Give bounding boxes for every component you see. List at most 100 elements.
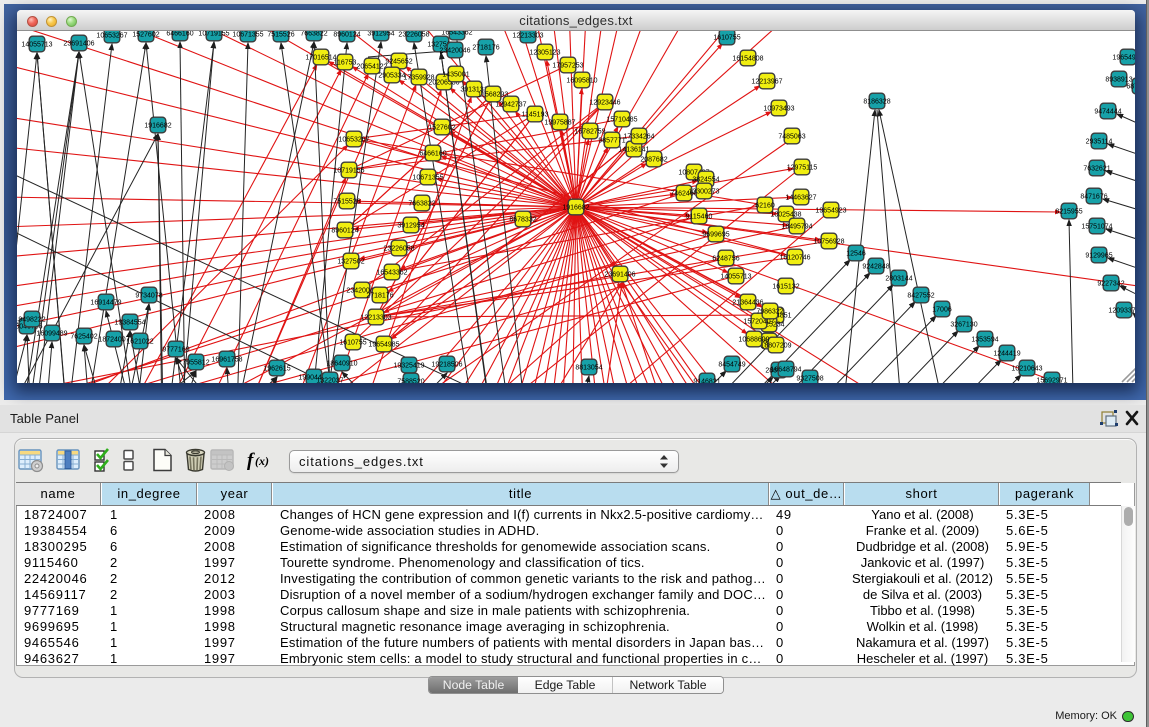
svg-text:1615132: 1615132 <box>772 284 799 291</box>
svg-text:19325419: 19325419 <box>393 363 424 370</box>
svg-text:1610755: 1610755 <box>339 340 366 347</box>
svg-text:9857771: 9857771 <box>598 138 625 145</box>
svg-text:23691406: 23691406 <box>604 272 635 279</box>
svg-text:10671355: 10671355 <box>412 175 443 182</box>
svg-text:19218506: 19218506 <box>431 362 462 369</box>
svg-text:12213303: 12213303 <box>512 33 543 40</box>
svg-text:7986322: 7986322 <box>756 309 783 316</box>
svg-text:12546: 12546 <box>846 251 866 258</box>
svg-text:8215955: 8215955 <box>1055 209 1082 216</box>
svg-text:3912954: 3912954 <box>367 31 394 38</box>
svg-text:8427552: 8427552 <box>907 293 934 300</box>
svg-text:12213303: 12213303 <box>360 315 391 322</box>
svg-text:20654122: 20654122 <box>356 64 387 71</box>
svg-text:1327502: 1327502 <box>337 259 364 266</box>
svg-text:8678332: 8678332 <box>509 217 536 224</box>
svg-text:6466160: 6466160 <box>166 31 193 38</box>
svg-text:7515526: 7515526 <box>333 199 360 206</box>
svg-text:16914479: 16914479 <box>90 300 121 307</box>
svg-text:1435001: 1435001 <box>442 72 469 79</box>
svg-text:1916682: 1916682 <box>144 123 171 130</box>
svg-text:(x): (x) <box>255 454 269 468</box>
svg-text:9227342: 9227342 <box>1097 281 1124 288</box>
svg-text:3912954: 3912954 <box>397 223 424 230</box>
svg-text:1244419: 1244419 <box>993 351 1020 358</box>
svg-text:9734078: 9734078 <box>135 293 162 300</box>
svg-text:1916682: 1916682 <box>562 205 589 212</box>
svg-text:7588520: 7588520 <box>397 379 424 384</box>
svg-text:10210643: 10210643 <box>1011 366 1042 373</box>
svg-text:16543362: 16543362 <box>376 270 407 277</box>
svg-text:8960124: 8960124 <box>331 228 358 235</box>
svg-text:7955812: 7955812 <box>182 360 209 367</box>
svg-text:16120746: 16120746 <box>779 255 810 262</box>
svg-text:6879197: 6879197 <box>1126 84 1135 91</box>
svg-text:16648794: 16648794 <box>770 367 801 374</box>
svg-text:3267130: 3267130 <box>950 322 977 329</box>
svg-text:10671355: 10671355 <box>232 32 263 39</box>
svg-text:1353594: 1353594 <box>971 337 998 344</box>
svg-text:14463627: 14463627 <box>785 195 816 202</box>
svg-text:16782759: 16782759 <box>574 129 605 136</box>
svg-text:8938913: 8938913 <box>1105 77 1132 84</box>
svg-text:9129965: 9129965 <box>1085 253 1112 260</box>
svg-text:6248756: 6248756 <box>712 256 739 263</box>
svg-text:6466160: 6466160 <box>419 151 446 158</box>
svg-text:14136141: 14136141 <box>618 147 649 154</box>
svg-text:16543362: 16543362 <box>441 31 472 37</box>
svg-text:9327508: 9327508 <box>796 376 823 383</box>
svg-text:12975115: 12975115 <box>787 165 818 172</box>
svg-text:f: f <box>247 450 255 471</box>
svg-text:9699695: 9699695 <box>702 232 729 239</box>
svg-text:1322037: 1322037 <box>316 378 343 384</box>
svg-text:8471676: 8471676 <box>1080 194 1107 201</box>
svg-text:12942737: 12942737 <box>495 102 526 109</box>
svg-text:1527602: 1527602 <box>428 125 455 132</box>
svg-text:10973493: 10973493 <box>763 106 794 113</box>
svg-text:17016514: 17016514 <box>305 55 336 62</box>
svg-text:7485063: 7485063 <box>778 134 805 141</box>
svg-text:19384554: 19384554 <box>114 320 145 327</box>
svg-text:10025438: 10025438 <box>770 212 801 219</box>
svg-text:12305123: 12305123 <box>529 50 560 57</box>
svg-text:10719155: 10719155 <box>198 31 229 38</box>
svg-text:21364436: 21364436 <box>732 300 763 307</box>
svg-text:9146821: 9146821 <box>693 379 720 384</box>
svg-text:18495794: 18495794 <box>781 224 812 231</box>
svg-text:9242848: 9242848 <box>862 264 889 271</box>
svg-text:7515526: 7515526 <box>267 32 294 39</box>
svg-text:16961758: 16961758 <box>211 357 242 364</box>
svg-text:9245652: 9245652 <box>385 59 412 66</box>
svg-text:16095810: 16095810 <box>566 78 597 85</box>
svg-text:23226058: 23226058 <box>398 32 429 39</box>
svg-text:8186328: 8186328 <box>863 99 890 106</box>
svg-text:23691406: 23691406 <box>63 41 94 48</box>
svg-text:9777169: 9777169 <box>162 347 189 354</box>
svg-text:19654923: 19654923 <box>815 208 846 215</box>
svg-text:18640910: 18640910 <box>326 361 357 368</box>
svg-text:15692971: 15692971 <box>1036 378 1067 384</box>
svg-text:2803144: 2803144 <box>885 276 912 283</box>
svg-text:18724007: 18724007 <box>98 337 129 344</box>
svg-text:62160: 62160 <box>755 203 775 210</box>
svg-text:2718176: 2718176 <box>366 293 393 300</box>
svg-text:10719155: 10719155 <box>333 168 364 175</box>
svg-text:23226058: 23226058 <box>383 246 414 253</box>
svg-text:15751074: 15751074 <box>1081 224 1112 231</box>
svg-text:2718176: 2718176 <box>472 45 499 52</box>
svg-text:7663822: 7663822 <box>300 31 327 38</box>
svg-text:1527602: 1527602 <box>132 32 159 39</box>
svg-text:2905334: 2905334 <box>378 73 405 80</box>
svg-text:10653267: 10653267 <box>96 33 127 40</box>
svg-text:10653267: 10653267 <box>338 137 369 144</box>
svg-text:14055713: 14055713 <box>720 274 751 281</box>
svg-text:12093372: 12093372 <box>1108 308 1135 315</box>
svg-text:16099489: 16099489 <box>36 331 67 338</box>
svg-text:9498222: 9498222 <box>18 317 45 324</box>
svg-text:17957253: 17957253 <box>552 63 583 70</box>
svg-text:12213967: 12213967 <box>751 79 782 86</box>
svg-text:2087682: 2087682 <box>640 157 667 164</box>
svg-text:12923446: 12923446 <box>589 100 620 107</box>
svg-text:15720407: 15720407 <box>743 319 774 326</box>
svg-text:10688609: 10688609 <box>738 337 769 344</box>
